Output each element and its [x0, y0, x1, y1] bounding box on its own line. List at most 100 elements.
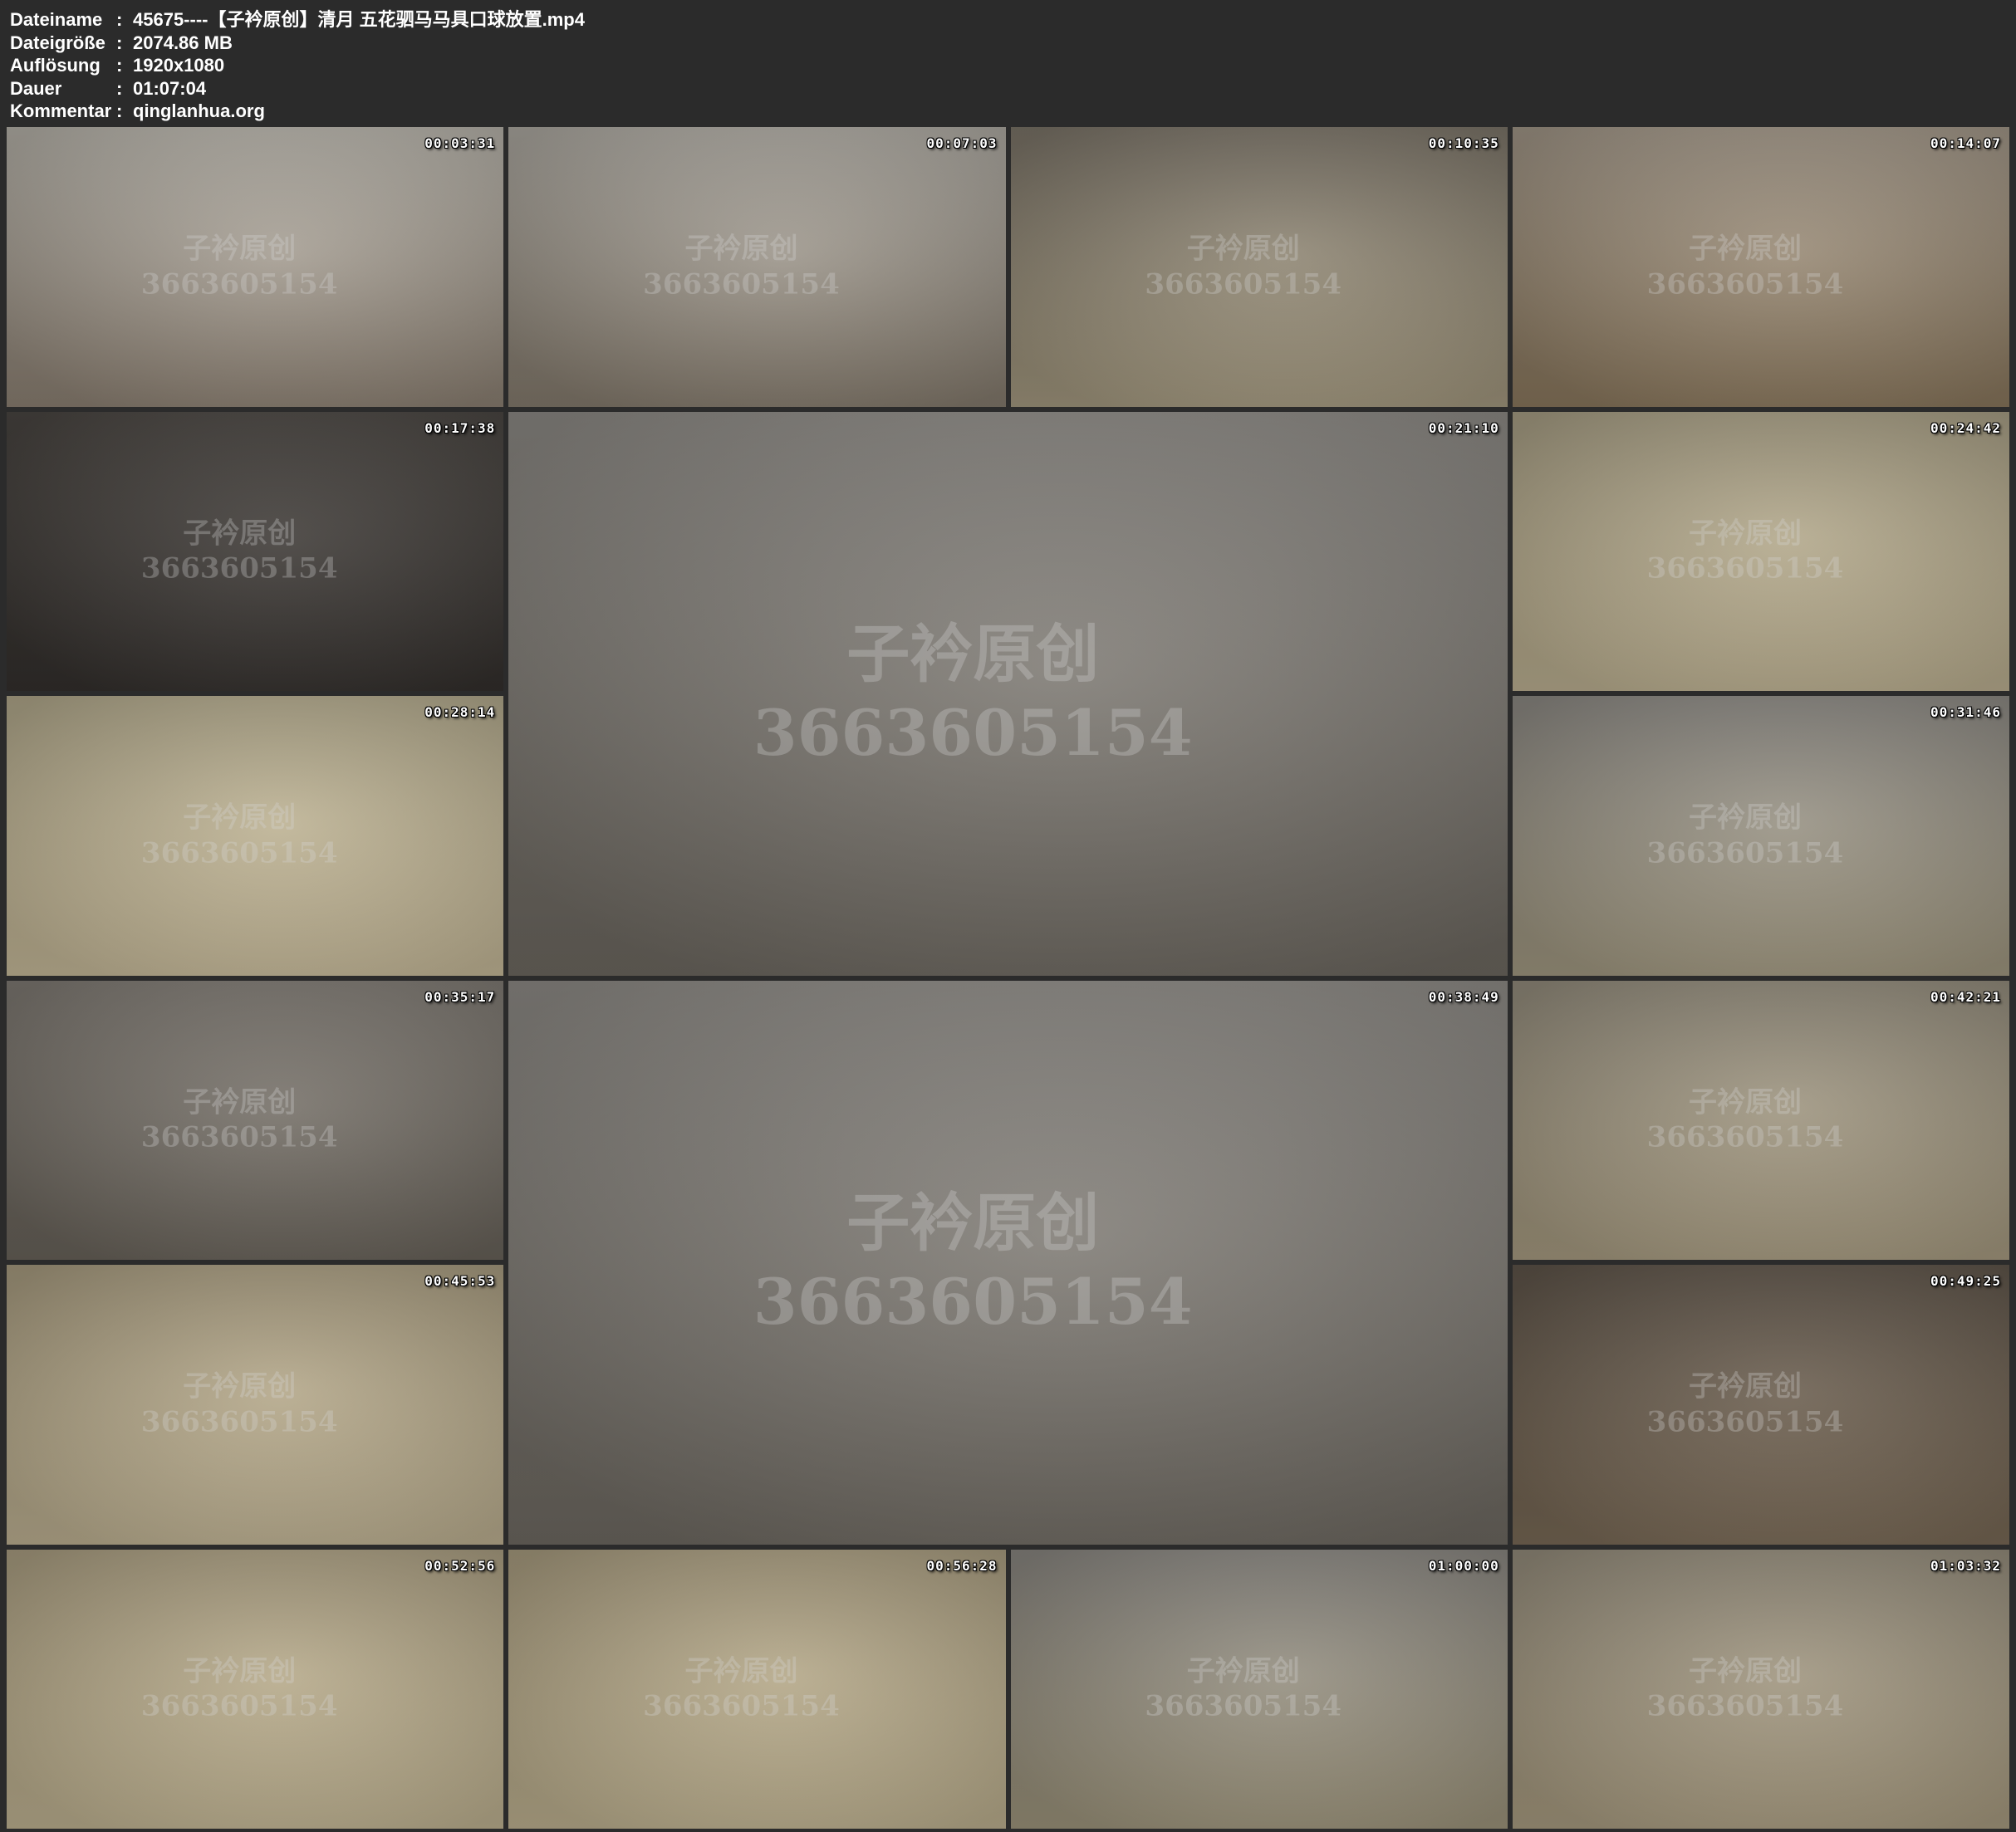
timestamp-overlay: 00:21:10: [1429, 420, 1499, 436]
watermark-line1: 子衿原创: [183, 517, 296, 550]
video-thumbnail: 子衿原创 3663605154 00:24:42: [1513, 412, 2009, 692]
separator: :: [116, 100, 133, 123]
video-thumbnail: 子衿原创 3663605154 00:45:53: [7, 1265, 503, 1545]
video-thumbnail: 子衿原创 3663605154 00:03:31: [7, 127, 503, 407]
watermark-text: 子衿原创 3663605154: [1647, 1653, 1844, 1724]
timestamp-overlay: 01:03:32: [1930, 1558, 2001, 1574]
timestamp-overlay: 00:10:35: [1429, 135, 1499, 151]
watermark-line2: 3663605154: [1647, 836, 1844, 869]
watermark-line2: 3663605154: [1145, 1690, 1342, 1723]
timestamp-overlay: 00:45:53: [424, 1273, 495, 1289]
filename-value: 45675----【子衿原创】清月 五花驷马马具口球放置.mp4: [133, 8, 585, 32]
video-thumbnail: 子衿原创 3663605154 00:35:17: [7, 981, 503, 1261]
watermark-line2: 3663605154: [141, 552, 338, 585]
watermark-line1: 子衿原创: [1187, 233, 1300, 266]
video-thumbnail: 子衿原创 3663605154 00:42:21: [1513, 981, 2009, 1261]
meta-row-comment: Kommentar : qinglanhua.org: [10, 100, 2016, 123]
watermark-line1: 子衿原创: [183, 1085, 296, 1119]
watermark-text: 子衿原创 3663605154: [1647, 1085, 1844, 1155]
timestamp-overlay: 00:28:14: [424, 704, 495, 720]
video-thumbnail: 子衿原创 3663605154 01:00:00: [1011, 1550, 1508, 1830]
separator: :: [116, 8, 133, 32]
thumbnail-grid: 子衿原创 3663605154 00:03:31 子衿原创 3663605154…: [0, 127, 2016, 1832]
separator: :: [116, 77, 133, 100]
comment-value: qinglanhua.org: [133, 100, 265, 123]
watermark-line2: 3663605154: [141, 1121, 338, 1154]
watermark-line2: 3663605154: [753, 696, 1193, 770]
timestamp-overlay: 00:31:46: [1930, 704, 2001, 720]
timestamp-overlay: 00:52:56: [424, 1558, 495, 1574]
watermark-text: 子衿原创 3663605154: [753, 1183, 1193, 1341]
watermark-text: 子衿原创 3663605154: [643, 232, 840, 302]
watermark-line1: 子衿原创: [1187, 1654, 1300, 1687]
watermark-text: 子衿原创 3663605154: [141, 801, 338, 871]
resolution-label: Auflösung: [10, 54, 116, 77]
timestamp-overlay: 00:17:38: [424, 420, 495, 436]
watermark-line2: 3663605154: [1647, 1405, 1844, 1438]
watermark-text: 子衿原创 3663605154: [1647, 232, 1844, 302]
video-thumbnail: 子衿原创 3663605154 00:10:35: [1011, 127, 1508, 407]
filesize-value: 2074.86 MB: [133, 32, 233, 55]
video-thumbnail: 子衿原创 3663605154 00:38:49: [508, 981, 1508, 1545]
watermark-line2: 3663605154: [1647, 267, 1844, 301]
video-thumbnail: 子衿原创 3663605154 00:28:14: [7, 696, 503, 976]
watermark-text: 子衿原创 3663605154: [643, 1653, 840, 1724]
meta-row-duration: Dauer : 01:07:04: [10, 77, 2016, 100]
watermark-text: 子衿原创 3663605154: [1145, 232, 1342, 302]
watermark-line2: 3663605154: [1647, 552, 1844, 585]
watermark-line1: 子衿原创: [684, 233, 797, 266]
filesize-label: Dateigröße: [10, 32, 116, 55]
meta-row-filesize: Dateigröße : 2074.86 MB: [10, 32, 2016, 55]
watermark-line1: 子衿原创: [1689, 801, 1802, 835]
watermark-line2: 3663605154: [1145, 267, 1342, 301]
timestamp-overlay: 00:24:42: [1930, 420, 2001, 436]
watermark-line1: 子衿原创: [1689, 233, 1802, 266]
watermark-line1: 子衿原创: [183, 233, 296, 266]
video-thumbnail: 子衿原创 3663605154 00:14:07: [1513, 127, 2009, 407]
separator: :: [116, 32, 133, 55]
duration-value: 01:07:04: [133, 77, 206, 100]
watermark-text: 子衿原创 3663605154: [141, 1369, 338, 1440]
resolution-value: 1920x1080: [133, 54, 224, 77]
watermark-line1: 子衿原创: [1689, 517, 1802, 550]
separator: :: [116, 54, 133, 77]
timestamp-overlay: 00:56:28: [926, 1558, 997, 1574]
watermark-line2: 3663605154: [1647, 1690, 1844, 1723]
watermark-text: 子衿原创 3663605154: [753, 615, 1193, 772]
video-thumbnail: 子衿原创 3663605154 00:56:28: [508, 1550, 1005, 1830]
watermark-text: 子衿原创 3663605154: [141, 516, 338, 586]
watermark-line2: 3663605154: [141, 1690, 338, 1723]
watermark-line1: 子衿原创: [1689, 1654, 1802, 1687]
timestamp-overlay: 00:07:03: [926, 135, 997, 151]
watermark-text: 子衿原创 3663605154: [141, 1085, 338, 1155]
watermark-line1: 子衿原创: [183, 1654, 296, 1687]
timestamp-overlay: 00:35:17: [424, 989, 495, 1005]
watermark-line1: 子衿原创: [183, 1370, 296, 1403]
watermark-text: 子衿原创 3663605154: [1647, 1369, 1844, 1440]
watermark-line1: 子衿原创: [684, 1654, 797, 1687]
timestamp-overlay: 00:03:31: [424, 135, 495, 151]
watermark-line2: 3663605154: [141, 836, 338, 869]
timestamp-overlay: 00:38:49: [1429, 989, 1499, 1005]
watermark-line1: 子衿原创: [1689, 1370, 1802, 1403]
video-thumbnail: 子衿原创 3663605154 00:49:25: [1513, 1265, 2009, 1545]
timestamp-overlay: 00:49:25: [1930, 1273, 2001, 1289]
watermark-line2: 3663605154: [141, 267, 338, 301]
comment-label: Kommentar: [10, 100, 116, 123]
video-thumbnail: 子衿原创 3663605154 01:03:32: [1513, 1550, 2009, 1830]
meta-row-filename: Dateiname : 45675----【子衿原创】清月 五花驷马马具口球放置…: [10, 8, 2016, 32]
watermark-line2: 3663605154: [141, 1405, 338, 1438]
video-thumbnail: 子衿原创 3663605154 00:52:56: [7, 1550, 503, 1830]
watermark-line1: 子衿原创: [183, 801, 296, 835]
watermark-text: 子衿原创 3663605154: [141, 1653, 338, 1724]
watermark-line1: 子衿原创: [846, 617, 1099, 691]
watermark-text: 子衿原创 3663605154: [1647, 516, 1844, 586]
watermark-line2: 3663605154: [643, 267, 840, 301]
watermark-text: 子衿原创 3663605154: [1647, 801, 1844, 871]
meta-row-resolution: Auflösung : 1920x1080: [10, 54, 2016, 77]
timestamp-overlay: 01:00:00: [1429, 1558, 1499, 1574]
filename-label: Dateiname: [10, 8, 116, 32]
video-thumbnail: 子衿原创 3663605154 00:17:38: [7, 412, 503, 692]
watermark-text: 子衿原创 3663605154: [1145, 1653, 1342, 1724]
video-thumbnail: 子衿原创 3663605154 00:21:10: [508, 412, 1508, 976]
